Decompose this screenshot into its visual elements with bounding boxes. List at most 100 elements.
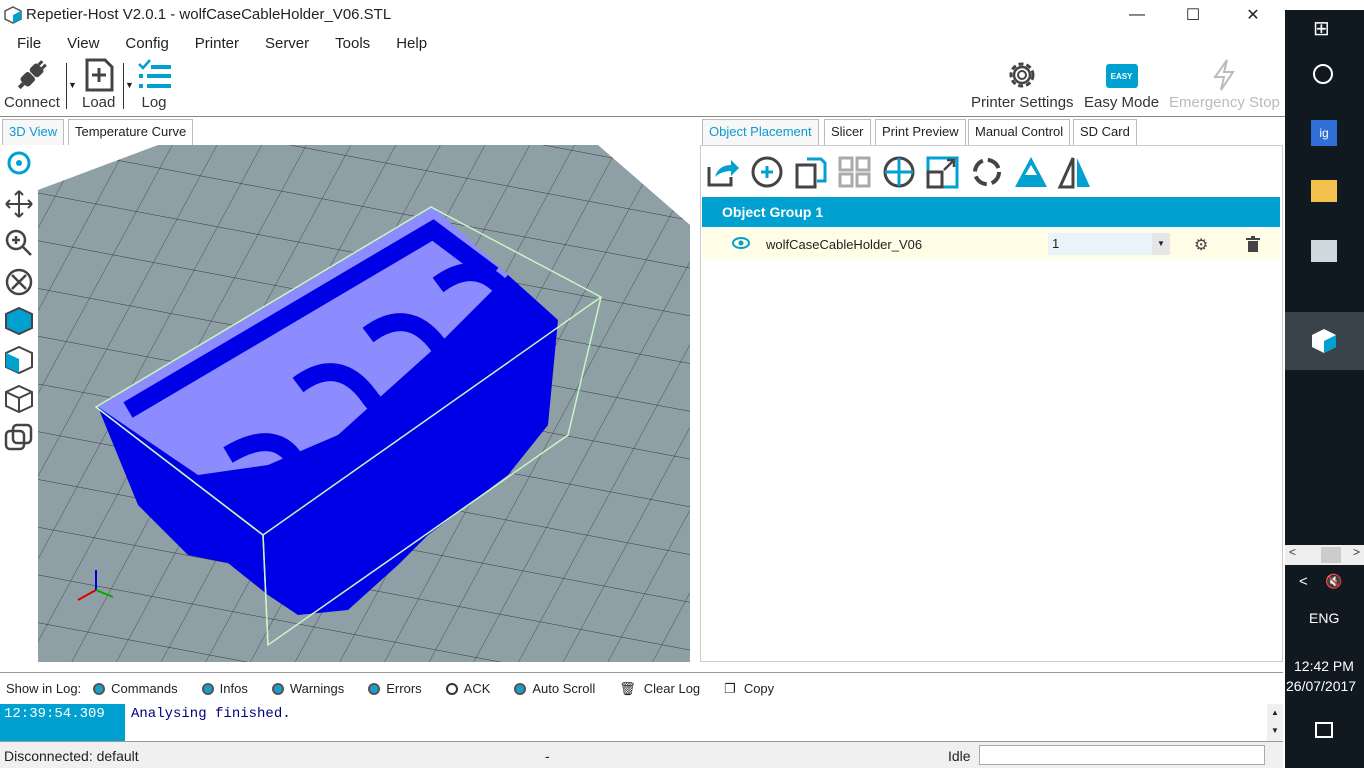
- maximize-button[interactable]: ☐: [1170, 0, 1216, 30]
- easy-mode-icon: EASY: [1105, 64, 1138, 88]
- add-object-icon[interactable]: [749, 155, 785, 189]
- taskbar-scrollbar[interactable]: < >: [1285, 545, 1364, 565]
- plug-icon: [17, 60, 47, 90]
- copy-object-icon[interactable]: [793, 155, 829, 189]
- windows-start-icon[interactable]: ⊞: [1313, 16, 1330, 41]
- top-view-icon[interactable]: [0, 379, 38, 418]
- clock-date[interactable]: 26/07/2017: [1286, 678, 1356, 694]
- object-name: wolfCaseCableHolder_V06: [766, 237, 923, 252]
- monitor-app-icon[interactable]: [1311, 240, 1337, 262]
- load-dropdown-icon[interactable]: ▼: [125, 80, 134, 90]
- log-message: Analysing finished.: [131, 706, 291, 722]
- rotate-object-icon[interactable]: [969, 155, 1005, 189]
- copy-button[interactable]: ❐ Copy: [724, 681, 774, 697]
- view-tools: [0, 145, 38, 662]
- eye-icon[interactable]: [732, 236, 750, 253]
- connect-dropdown-icon[interactable]: ▼: [68, 80, 77, 90]
- emergency-stop-button[interactable]: Emergency Stop: [1169, 58, 1280, 111]
- copies-select[interactable]: 1 ▼: [1048, 233, 1170, 255]
- window-title: Repetier-Host V2.0.1 - wolfCaseCableHold…: [26, 6, 392, 23]
- tab-temperature-curve[interactable]: Temperature Curve: [68, 119, 194, 145]
- add-file-icon: [85, 58, 114, 92]
- notifications-icon[interactable]: [1315, 722, 1333, 738]
- 3d-viewport[interactable]: [38, 145, 690, 662]
- title-bar: Repetier-Host V2.0.1 - wolfCaseCableHold…: [0, 0, 1285, 30]
- parallel-view-icon[interactable]: [0, 418, 38, 457]
- chevron-left-icon[interactable]: <: [1299, 573, 1308, 590]
- clock-time[interactable]: 12:42 PM: [1294, 658, 1354, 674]
- filter-auto-scroll[interactable]: Auto Scroll: [502, 681, 595, 696]
- search-icon[interactable]: [1313, 64, 1333, 84]
- trash-icon: 🗑: [619, 680, 636, 696]
- menu-server[interactable]: Server: [248, 30, 318, 57]
- progress-bar: [979, 745, 1265, 765]
- tab-object-placement[interactable]: Object Placement: [702, 119, 819, 145]
- windows-taskbar: ⊞ ig < > < 🔇 ENG 12:42 PM 26/07/2017: [1285, 10, 1364, 768]
- filter-infos[interactable]: Infos: [190, 681, 248, 696]
- show-in-log-label: Show in Log:: [6, 681, 82, 696]
- export-icon[interactable]: [705, 155, 741, 189]
- easy-mode-button[interactable]: EASY Easy Mode: [1084, 58, 1159, 111]
- menu-file[interactable]: File: [0, 30, 50, 57]
- move-view-icon[interactable]: [0, 184, 38, 223]
- checklist-icon: [138, 59, 171, 88]
- fit-view-icon[interactable]: [0, 262, 38, 301]
- printer-state: Idle: [948, 748, 971, 764]
- tab-print-preview[interactable]: Print Preview: [875, 119, 966, 145]
- zoom-view-icon[interactable]: [0, 223, 38, 262]
- connection-status: Disconnected: default: [4, 748, 139, 764]
- app-logo-icon: [4, 6, 22, 27]
- divider: [66, 63, 67, 109]
- filter-errors[interactable]: Errors: [356, 681, 422, 696]
- front-view-icon[interactable]: [0, 340, 38, 379]
- iso-view-icon[interactable]: [0, 301, 38, 340]
- center-object-icon[interactable]: [881, 155, 917, 189]
- log-time: 12:39:54.309: [0, 704, 125, 741]
- rotate-view-icon[interactable]: [0, 145, 38, 184]
- close-button[interactable]: ✕: [1230, 0, 1276, 30]
- autoposition-icon[interactable]: [837, 155, 873, 189]
- spacer: [1285, 0, 1364, 10]
- gear-icon: [1009, 62, 1035, 88]
- menu-help[interactable]: Help: [379, 30, 436, 57]
- menu-printer[interactable]: Printer: [178, 30, 248, 57]
- clear-log-button[interactable]: 🗑 Clear Log: [619, 681, 700, 697]
- log-button[interactable]: Log: [137, 58, 171, 111]
- menu-bar: File View Config Printer Server Tools He…: [0, 30, 436, 57]
- cut-object-icon[interactable]: [1013, 155, 1049, 189]
- repetier-taskbar-item[interactable]: [1285, 312, 1364, 370]
- divider: [123, 63, 124, 109]
- object-group-header[interactable]: Object Group 1: [702, 197, 1280, 227]
- tab-manual-control[interactable]: Manual Control: [968, 119, 1071, 145]
- menu-tools[interactable]: Tools: [318, 30, 379, 57]
- filter-commands[interactable]: Commands: [81, 681, 178, 696]
- tab-slicer[interactable]: Slicer: [824, 119, 871, 145]
- load-button[interactable]: Load: [82, 58, 115, 111]
- filter-warnings[interactable]: Warnings: [260, 681, 344, 696]
- filter-ack[interactable]: ACK: [434, 681, 490, 696]
- object-row[interactable]: wolfCaseCableHolder_V06 1 ▼ ⚙: [702, 229, 1280, 259]
- chevron-down-icon[interactable]: ▼: [1152, 233, 1170, 255]
- app-icon[interactable]: ig: [1311, 120, 1337, 146]
- connect-button[interactable]: Connect: [4, 58, 60, 111]
- menu-view[interactable]: View: [50, 30, 108, 57]
- tab-sd-card[interactable]: SD Card: [1073, 119, 1137, 145]
- scale-object-icon[interactable]: [925, 155, 961, 189]
- language-indicator[interactable]: ENG: [1309, 610, 1339, 626]
- divider: [0, 116, 1285, 117]
- tab-3d-view[interactable]: 3D View: [2, 119, 65, 145]
- print-bed-scene: [38, 145, 690, 662]
- settings-icon[interactable]: ⚙: [1194, 235, 1208, 255]
- log-output[interactable]: 12:39:54.309 Analysing finished. ▲ ▼: [0, 704, 1283, 742]
- lightning-icon: [1213, 59, 1236, 91]
- menu-config[interactable]: Config: [108, 30, 177, 57]
- trash-icon[interactable]: [1246, 236, 1260, 255]
- log-scrollbar[interactable]: ▲ ▼: [1267, 704, 1283, 741]
- printer-settings-button[interactable]: Printer Settings: [971, 58, 1074, 111]
- file-explorer-icon[interactable]: [1311, 180, 1337, 202]
- mute-icon[interactable]: 🔇: [1325, 573, 1342, 590]
- placement-toolbar: [705, 155, 1093, 189]
- log-filter-bar: Show in Log: Commands Infos Warnings Err…: [0, 672, 1283, 704]
- mirror-object-icon[interactable]: [1057, 155, 1093, 189]
- minimize-button[interactable]: —: [1114, 0, 1160, 30]
